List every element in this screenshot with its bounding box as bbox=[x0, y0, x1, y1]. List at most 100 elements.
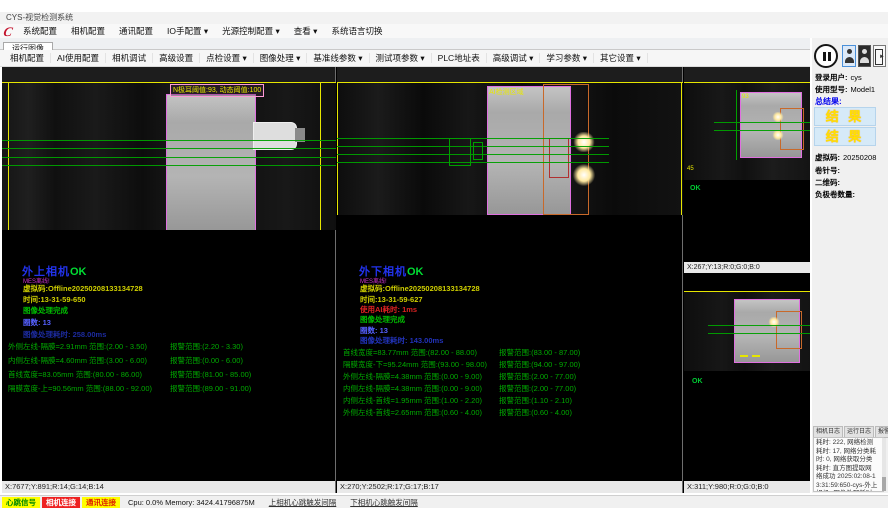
toolbar-items: 相机配置AI使用配置相机调试高级设置点检设置 ▾图像处理 ▾基准线参数 ▾测试项… bbox=[4, 52, 648, 64]
operator-dark-button[interactable] bbox=[858, 45, 871, 67]
alarm-range: 报警范围:(94.00 - 97.00) bbox=[499, 359, 580, 371]
cpu-memory-status: Cpu: 0.0% Memory: 3424.41796875M bbox=[128, 498, 255, 507]
overlay-green-line bbox=[2, 148, 336, 149]
alarm-range: 报警范围:(2.00 - 77.00) bbox=[499, 383, 576, 395]
cursor-pixel-status: X:267;Y:13;R:0;G:0;B:0 bbox=[684, 262, 810, 273]
overlay-green-line bbox=[2, 140, 336, 141]
status-bar: 心跳信号 相机连接 通讯连接 Cpu: 0.0% Memory: 3424.41… bbox=[0, 495, 888, 508]
measurement-value: 首线宽度=83.05mm 范围:(80.00 - 86.00) bbox=[8, 370, 142, 379]
process-elapsed-text: 图像处理耗时: 143.00ms bbox=[360, 335, 443, 346]
cursor-pixel-status: X:7677;Y:891;R:14;G:14;B:14 bbox=[2, 481, 335, 493]
toolbar-item[interactable]: PLC地址表 bbox=[432, 53, 487, 63]
process-elapsed-text: 图像处理耗时: 258.00ms bbox=[23, 329, 106, 340]
alarm-range: 报警范围:(0.00 - 6.00) bbox=[170, 354, 243, 368]
needle-number-label: 卷针号: bbox=[815, 165, 840, 176]
overlay-yellow-vline bbox=[337, 82, 338, 215]
toolbar-item[interactable]: AI使用配置 bbox=[51, 53, 106, 63]
overlay-green-line bbox=[714, 130, 810, 131]
threshold-mark: 93 bbox=[742, 94, 749, 100]
alarm-range: 报警范围:(2.20 - 3.30) bbox=[170, 340, 243, 354]
scrollbar-thumb[interactable] bbox=[882, 477, 886, 491]
log-scrollbar[interactable] bbox=[882, 438, 886, 491]
menu-item[interactable]: IO手配置 ▾ bbox=[160, 26, 215, 36]
overlay-green-vline bbox=[736, 90, 737, 160]
overlay-yellow-hline bbox=[684, 82, 810, 83]
logout-button[interactable]: ► bbox=[873, 45, 886, 67]
menu-item[interactable]: 系统配置 bbox=[16, 26, 64, 36]
heartbeat-status-badge: 心跳信号 bbox=[2, 497, 40, 508]
toolbar-item[interactable]: 相机调试 bbox=[106, 53, 153, 63]
overlay-green-rect bbox=[449, 138, 471, 166]
thumb-result-ok: OK bbox=[692, 378, 703, 385]
measurement-value: 内侧左线-隔膜=4.38mm 范围:(0.00 - 9.00) bbox=[343, 384, 482, 393]
comm-connection-badge: 通讯连接 bbox=[82, 497, 120, 508]
thumb-result-ok: OK bbox=[690, 185, 701, 192]
upper-camera-trigger-link[interactable]: 上相机心跳触发间隔 bbox=[269, 497, 337, 508]
log-output[interactable]: 耗时: 222, 网络检测耗时: 17, 网络分类耗时: 0, 网络获取分类耗时… bbox=[813, 437, 884, 492]
overlay-yellow-mark bbox=[740, 355, 748, 357]
virtual-code-value: 20250208 bbox=[843, 153, 876, 162]
camera-panel-upper[interactable]: N极耳阈值:93, 动态阈值:100 外上相机OK MES离线! 虚拟码:Off… bbox=[2, 67, 336, 493]
overlay-yellow-hline bbox=[337, 82, 683, 83]
virtual-code-label: 虚拟码: bbox=[815, 153, 840, 162]
overlay-green-line bbox=[708, 325, 810, 326]
highlight-spot bbox=[573, 132, 595, 152]
thumbnail-image-1[interactable]: 93 45 bbox=[684, 82, 810, 180]
menu-item[interactable]: 系统语言切换 bbox=[324, 26, 389, 36]
measurement-row: 内侧左线-隔膜=4.60mm 范围:(3.00 - 6.00) 报警范围:(0.0… bbox=[8, 354, 333, 368]
toolbar-item[interactable]: 点检设置 ▾ bbox=[200, 53, 254, 63]
measurement-row: 外侧左线-隔膜=4.38mm 范围:(0.00 - 9.00)报警范围:(2.0… bbox=[343, 371, 680, 383]
pause-button[interactable] bbox=[814, 44, 838, 68]
cursor-pixel-status: X:270;Y:2502;R:17;G:17;B:17 bbox=[337, 481, 682, 493]
measurement-value: 内侧左线-隔膜=4.60mm 范围:(3.00 - 6.00) bbox=[8, 356, 147, 365]
alarm-range: 报警范围:(83.00 - 87.00) bbox=[499, 347, 580, 359]
login-user-label: 登录用户: bbox=[815, 73, 848, 82]
toolbar-item[interactable]: 学习参数 ▾ bbox=[540, 53, 594, 63]
toolbar-item[interactable]: 高级设置 bbox=[153, 53, 200, 63]
thumb-overlay-value: 45 bbox=[687, 166, 694, 172]
measurement-row: 内侧左线-隔膜=4.38mm 范围:(0.00 - 9.00) 报警范围:(2.0… bbox=[343, 383, 680, 395]
lower-camera-trigger-link[interactable]: 下相机心跳触发间隔 bbox=[350, 497, 418, 508]
menu-item[interactable]: 光源控制配置 ▾ bbox=[215, 26, 287, 36]
measurement-row: 外侧左线-隔膜=2.91mm 范围:(2.00 - 3.50)报警范围:(2.2… bbox=[8, 340, 333, 354]
part-connector bbox=[253, 122, 297, 150]
measurement-row: 内侧左线-首线=1.95mm 范围:(1.00 - 2.20)报警范围:(1.1… bbox=[343, 395, 680, 407]
toolbar-item[interactable]: 测试项参数 ▾ bbox=[370, 53, 432, 63]
thumbnail-image-2[interactable] bbox=[684, 291, 810, 371]
model-label: 使用型号: bbox=[815, 85, 848, 94]
right-sidebar: ► 登录用户:cys 使用型号:Model1 总结果: 结 果 结 果 虚拟码:… bbox=[812, 38, 888, 493]
alarm-range: 报警范围:(81.00 - 85.00) bbox=[170, 368, 251, 382]
roll-count-label: 负极卷数量: bbox=[815, 189, 855, 200]
camera-panel-lower[interactable]: AI检测区域 外下相机OK MES离线! 虚拟码:Offline20250208… bbox=[337, 67, 683, 493]
alarm-range: 报警范围:(2.00 - 77.00) bbox=[499, 371, 576, 383]
overlay-green-line bbox=[708, 333, 810, 334]
toolbar-item[interactable]: 高级调试 ▾ bbox=[487, 53, 541, 63]
toolbar-item[interactable]: 基准线参数 ▾ bbox=[307, 53, 369, 63]
thumbnail-column: 93 45 OK X:267;Y:13;R:0;G:0;B:0 OK X:311… bbox=[684, 67, 810, 493]
photo-top-strip bbox=[337, 67, 682, 82]
qr-code-label: 二维码: bbox=[815, 177, 840, 188]
capture-time-text: 时间:13-31-59-650 bbox=[23, 294, 86, 305]
process-done-text: 图像处理完成 bbox=[360, 314, 405, 325]
measurement-value: 隔膜宽度-上=90.56mm 范围:(88.00 - 92.00) bbox=[8, 384, 152, 393]
overlay-yellow-hline bbox=[2, 82, 336, 83]
overlay-green-line bbox=[714, 122, 810, 123]
toolbar-item[interactable]: 图像处理 ▾ bbox=[254, 53, 308, 63]
menu-item[interactable]: 查看 ▾ bbox=[287, 26, 325, 36]
toolbar-item[interactable]: 其它设置 ▾ bbox=[594, 53, 648, 63]
menu-item[interactable]: 通讯配置 bbox=[112, 26, 160, 36]
camera-image-upper[interactable]: N极耳阈值:93, 动态阈值:100 bbox=[2, 82, 336, 230]
camera-image-lower[interactable]: AI检测区域 bbox=[337, 82, 683, 215]
menu-item[interactable]: 相机配置 bbox=[64, 26, 112, 36]
measurement-row: 隔膜宽度-上=90.56mm 范围:(88.00 - 92.00)报警范围:(8… bbox=[8, 382, 333, 396]
tool-bar: 相机配置AI使用配置相机调试高级设置点检设置 ▾图像处理 ▾基准线参数 ▾测试项… bbox=[0, 50, 810, 67]
result-box-upper: 结 果 bbox=[814, 107, 876, 126]
window-title: CYS-视觉检测系统 bbox=[6, 13, 73, 22]
operator-button[interactable] bbox=[842, 45, 856, 67]
photo-top-strip bbox=[2, 67, 335, 82]
model-value: Model1 bbox=[851, 85, 876, 94]
measurement-rows: 外侧左线-隔膜=2.91mm 范围:(2.00 - 3.50)报警范围:(2.2… bbox=[8, 340, 333, 396]
main-view: N极耳阈值:93, 动态阈值:100 外上相机OK MES离线! 虚拟码:Off… bbox=[2, 67, 810, 493]
toolbar-item[interactable]: 相机配置 bbox=[4, 53, 51, 63]
result-ok-flag: OK bbox=[70, 266, 87, 278]
